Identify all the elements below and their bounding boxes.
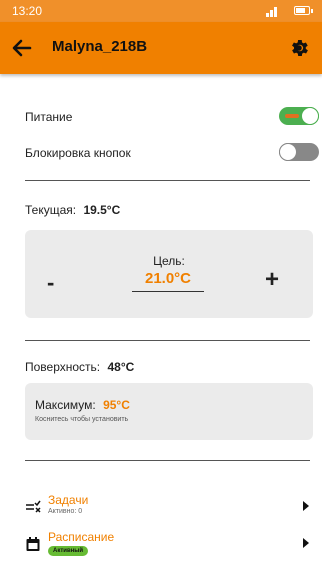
target-value[interactable]: 21.0°C (132, 270, 204, 292)
current-label: Текущая: (25, 203, 77, 217)
heat-icon (285, 114, 299, 118)
app-bar: Malyna_218B (0, 22, 322, 74)
lock-toggle[interactable] (279, 143, 319, 161)
target-card: - Цель: 21.0°C + (25, 230, 313, 318)
maximum-label: Максимум: (35, 398, 96, 412)
chevron-right-icon (303, 501, 309, 511)
status-time: 13:20 (12, 4, 43, 18)
maximum-hint: Коснитесь чтобы установить (35, 416, 129, 423)
divider (25, 340, 310, 341)
chevron-right-icon (303, 538, 309, 548)
power-label: Питание (25, 110, 73, 124)
battery-icon (294, 6, 313, 15)
signal-icon (266, 7, 277, 17)
power-toggle[interactable] (279, 107, 319, 125)
menu-item-tasks[interactable]: Задачи Активно: 0 (25, 493, 315, 525)
current-value: 19.5°C (83, 203, 121, 217)
page-title: Malyna_218B (52, 38, 148, 55)
tasks-label: Задачи (48, 493, 89, 507)
menu-item-schedule[interactable]: Расписание Активный (25, 530, 315, 562)
current-temperature: Текущая: 19.5°C (25, 203, 120, 217)
divider (25, 180, 310, 181)
schedule-label: Расписание (48, 530, 115, 544)
tasks-count: Активно: 0 (48, 508, 83, 515)
divider (25, 460, 310, 461)
tasks-icon (26, 500, 41, 513)
calendar-icon (26, 537, 40, 551)
back-arrow-icon[interactable] (10, 36, 34, 60)
status-badge: Активный (48, 546, 89, 556)
surface-temperature: Поверхность: 48°C (25, 360, 134, 374)
toggle-knob (279, 143, 297, 161)
gear-icon[interactable] (288, 37, 310, 59)
increase-button[interactable]: + (265, 266, 279, 294)
surface-label: Поверхность: (25, 360, 101, 374)
toggle-knob (301, 107, 319, 125)
maximum-value: 95°C (103, 398, 130, 412)
decrease-button[interactable]: - (47, 270, 54, 296)
maximum-card[interactable]: Максимум: 95°C Коснитесь чтобы установит… (25, 383, 313, 440)
maximum-row: Максимум: 95°C (35, 398, 130, 412)
surface-value: 48°C (107, 360, 135, 374)
lock-label: Блокировка кнопок (25, 146, 131, 160)
status-bar: 13:20 (0, 0, 322, 22)
